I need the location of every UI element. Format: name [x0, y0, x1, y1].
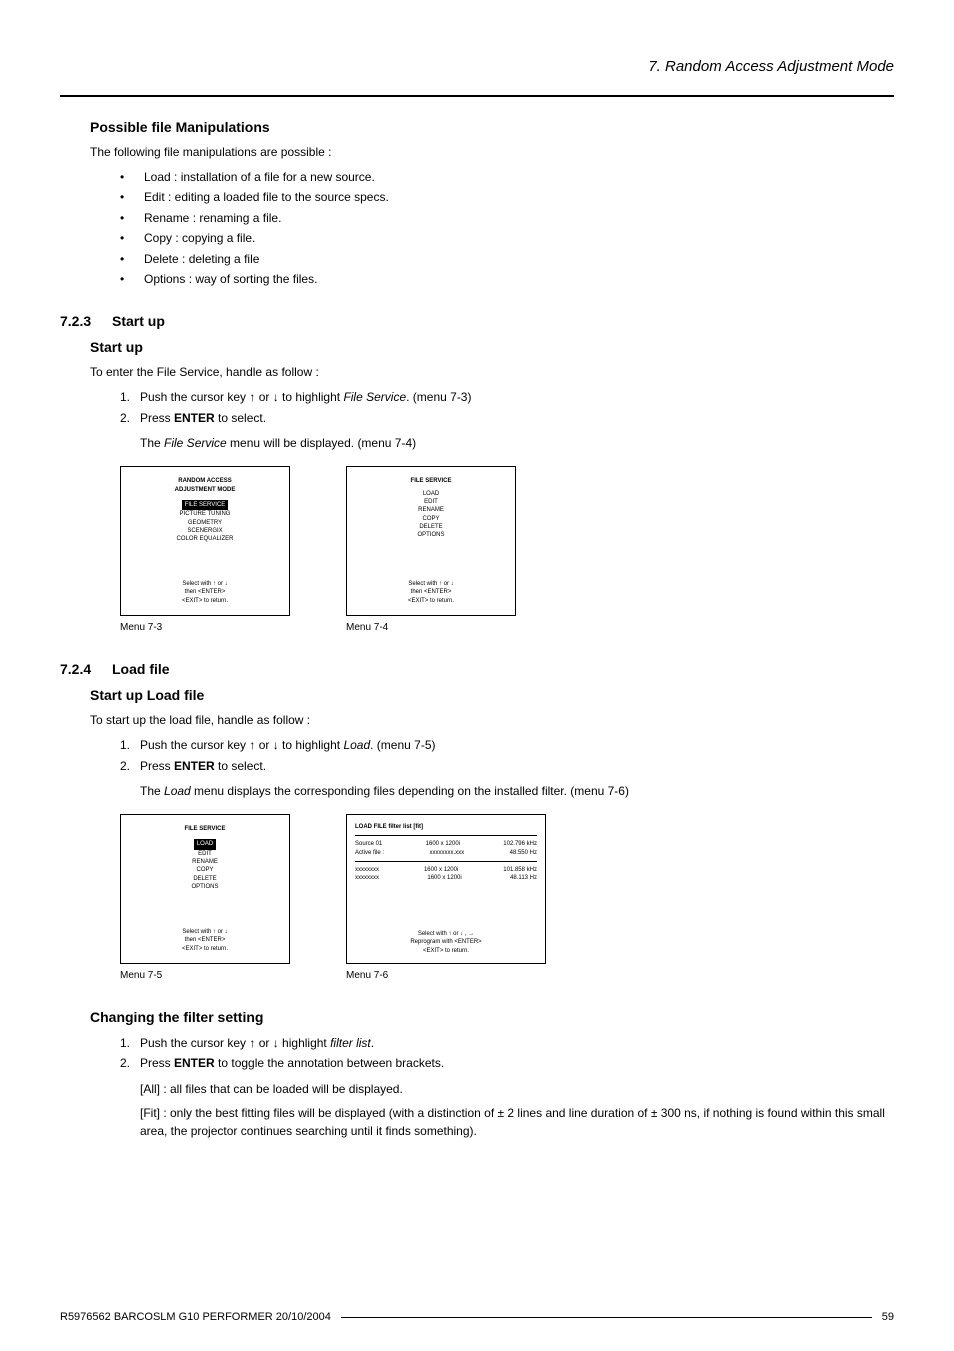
step-2-result: The Load menu displays the corresponding…	[140, 782, 894, 800]
menu-7-5: FILE SERVICE LOAD EDIT RENAME COPY DELET…	[120, 814, 290, 981]
table-row: xxxxxxxx1600 x 1200i101.858 kHz	[355, 866, 537, 874]
menu-caption: Menu 7-6	[346, 970, 546, 981]
list-item: •Load : installation of a file for a new…	[120, 167, 894, 187]
step-1: 1. Push the cursor key ↑ or ↓ highlight …	[120, 1033, 894, 1053]
loadfile-intro: To start up the load file, handle as fol…	[90, 711, 894, 729]
section-7-2-3: 7.2.3 Start up	[60, 313, 894, 329]
menu-7-6: LOAD FILE filter list [fit] Source 01160…	[346, 814, 546, 981]
menu-heading: FILE SERVICE	[357, 477, 505, 485]
menu-selected-item: LOAD	[194, 839, 216, 849]
startup-subheading: Start up	[90, 339, 894, 355]
bullet-text: Rename : renaming a file.	[144, 208, 281, 228]
page-footer: R5976562 BARCOSLM G10 PERFORMER 20/10/20…	[60, 1311, 894, 1323]
table-row: xxxxxxxx1600 x 1200i48.113 Hz	[355, 874, 537, 882]
list-item: •Edit : editing a loaded file to the sou…	[120, 187, 894, 207]
section-number: 7.2.3	[60, 313, 112, 329]
table-row: Source 011600 x 1200i102.796 kHz	[355, 840, 537, 848]
filter-all-desc: [All] : all files that can be loaded wil…	[140, 1080, 894, 1098]
loadfile-subheading: Start up Load file	[90, 687, 894, 703]
step-2: 2. Press ENTER to select.	[120, 408, 894, 428]
menu-selected-item: FILE SERVICE	[182, 500, 229, 510]
menu-footer: Select with ↑ or ↓ then <ENTER> <EXIT> t…	[357, 580, 505, 605]
list-item: •Delete : deleting a file	[120, 249, 894, 269]
menu-heading: LOAD FILE filter list [fit]	[355, 823, 537, 831]
step-2: 2. Press ENTER to select.	[120, 756, 894, 776]
section-7-2-4: 7.2.4 Load file	[60, 661, 894, 677]
menu-caption: Menu 7-4	[346, 622, 516, 633]
menu-heading: FILE SERVICE	[131, 825, 279, 833]
bullet-text: Copy : copying a file.	[144, 228, 255, 248]
step-1: 1. Push the cursor key ↑ or ↓ to highlig…	[120, 387, 894, 407]
section-title: Start up	[112, 313, 165, 329]
menu-footer: Select with ↑ or ↓ then <ENTER> <EXIT> t…	[131, 580, 279, 605]
list-item: •Options : way of sorting the files.	[120, 269, 894, 289]
section-title: Load file	[112, 661, 170, 677]
changing-filter-heading: Changing the filter setting	[90, 1009, 894, 1025]
chapter-header: 7. Random Access Adjustment Mode	[60, 58, 894, 81]
table-row: Active file :xxxxxxxx.xxx48.550 Hz	[355, 849, 537, 857]
step-2-result: The File Service menu will be displayed.…	[140, 434, 894, 452]
menu-footer: Select with ↑ or ↓ then <ENTER> <EXIT> t…	[131, 928, 279, 953]
section-number: 7.2.4	[60, 661, 112, 677]
menu-caption: Menu 7-5	[120, 970, 290, 981]
menu-items: PICTURE TUNING GEOMETRY SCENERGIX COLOR …	[131, 510, 279, 544]
bullet-text: Delete : deleting a file	[144, 249, 259, 269]
filter-fit-desc: [Fit] : only the best fitting files will…	[140, 1104, 894, 1140]
possible-file-manipulations-heading: Possible file Manipulations	[90, 119, 894, 135]
menu-caption: Menu 7-3	[120, 622, 290, 633]
menu-heading: RANDOM ACCESS ADJUSTMENT MODE	[131, 477, 279, 494]
footer-rule	[341, 1317, 872, 1318]
header-rule	[60, 95, 894, 97]
menu-7-4: FILE SERVICE LOAD EDIT RENAME COPY DELET…	[346, 466, 516, 633]
bullet-text: Options : way of sorting the files.	[144, 269, 317, 289]
startup-intro: To enter the File Service, handle as fol…	[90, 363, 894, 381]
menu-7-3: RANDOM ACCESS ADJUSTMENT MODE FILE SERVI…	[120, 466, 290, 633]
menu-items: LOAD EDIT RENAME COPY DELETE OPTIONS	[357, 490, 505, 540]
menu-items: EDIT RENAME COPY DELETE OPTIONS	[131, 850, 279, 892]
bullet-text: Edit : editing a loaded file to the sour…	[144, 187, 389, 207]
list-item: •Rename : renaming a file.	[120, 208, 894, 228]
menu-footer: Select with ↑ or ↓ , → Reprogram with <E…	[355, 930, 537, 955]
step-1: 1. Push the cursor key ↑ or ↓ to highlig…	[120, 735, 894, 755]
page-number: 59	[882, 1311, 894, 1323]
footer-left: R5976562 BARCOSLM G10 PERFORMER 20/10/20…	[60, 1311, 331, 1323]
step-2: 2. Press ENTER to toggle the annotation …	[120, 1053, 894, 1073]
list-item: •Copy : copying a file.	[120, 228, 894, 248]
pfm-intro: The following file manipulations are pos…	[90, 143, 894, 161]
bullet-text: Load : installation of a file for a new …	[144, 167, 375, 187]
